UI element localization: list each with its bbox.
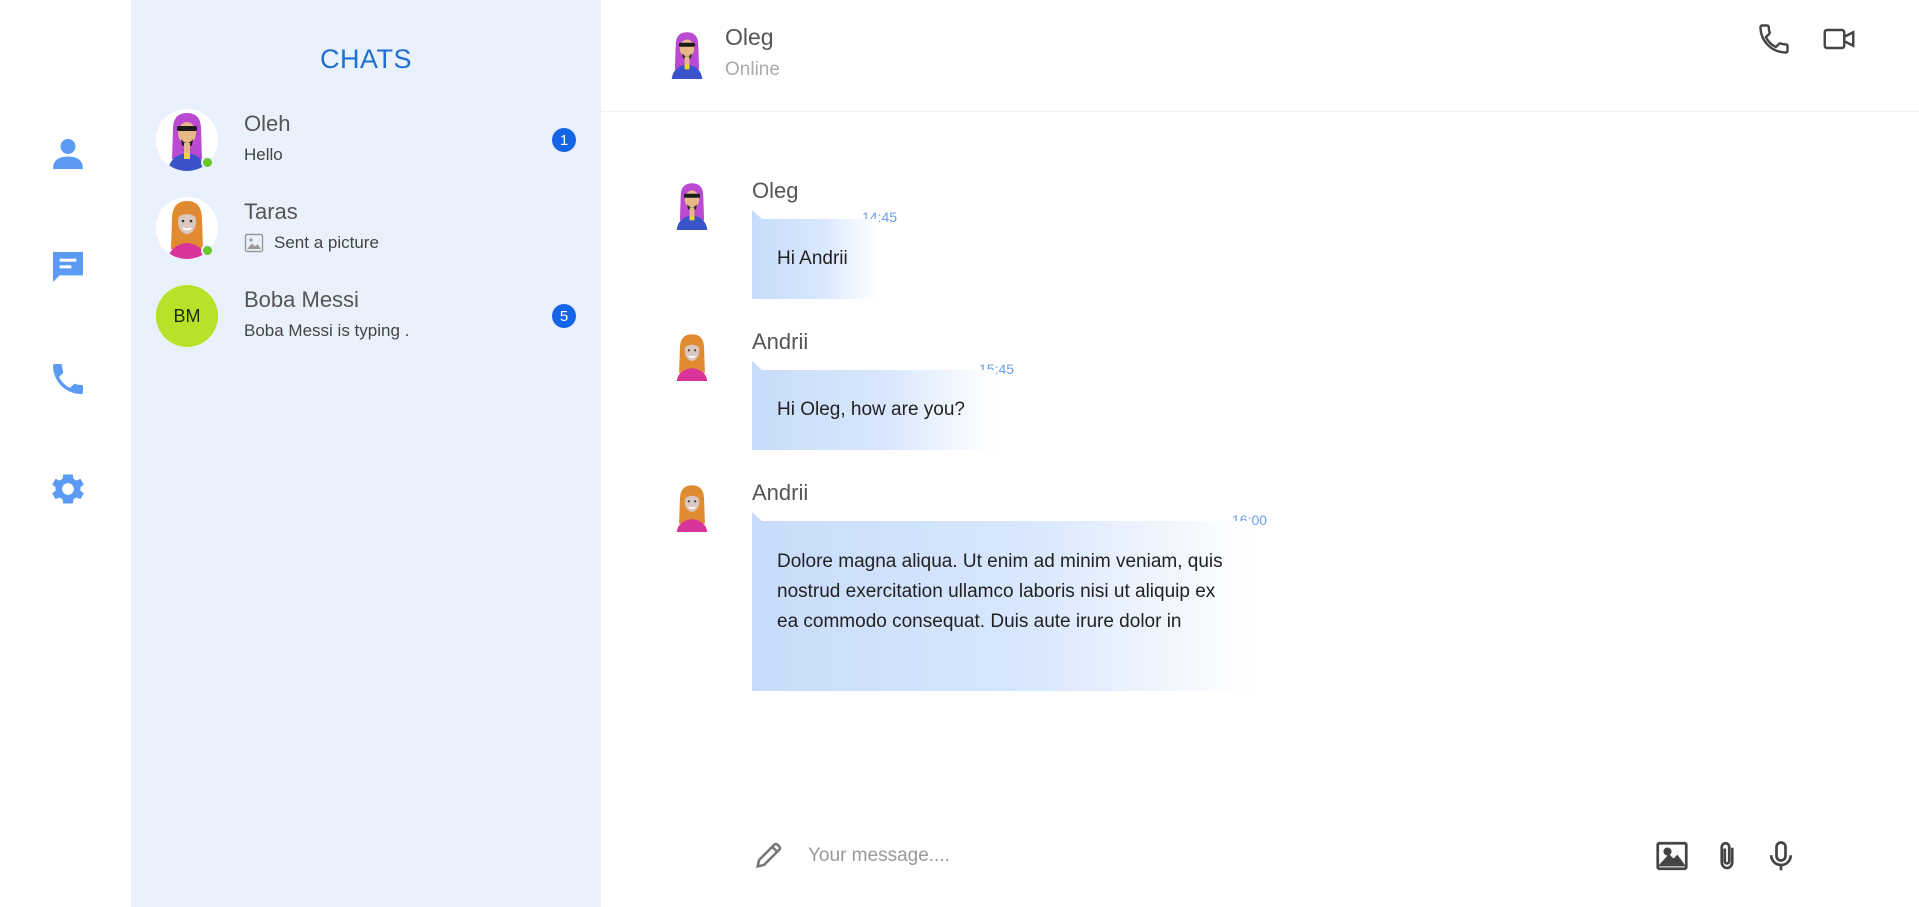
voice-call-button[interactable] [1754, 19, 1794, 59]
online-indicator [201, 244, 214, 257]
attach-file-button[interactable] [1707, 836, 1747, 876]
message-sender: Oleg [752, 178, 799, 203]
avatar-initials: BM [156, 285, 218, 347]
unread-badge: 1 [552, 128, 576, 152]
rail-contacts-button[interactable] [45, 131, 90, 176]
chat-list-panel: CHATS Oleh Hello 1 Taras Sent a picture … [131, 0, 601, 907]
chat-preview: Boba Messi is typing . [244, 321, 409, 341]
online-indicator [201, 156, 214, 169]
paperclip-icon [1720, 841, 1734, 870]
rail-settings-button[interactable] [45, 466, 90, 511]
image-icon [244, 233, 264, 253]
chat-preview-text: Sent a picture [274, 233, 379, 252]
phone-icon [52, 363, 83, 394]
contact-name: Oleg [725, 24, 774, 50]
nav-rail [0, 0, 131, 907]
video-call-button[interactable] [1819, 19, 1859, 59]
pencil-icon [752, 838, 786, 872]
avatar [667, 175, 717, 235]
rail-chats-button[interactable] [45, 244, 90, 289]
message-sender: Andrii [752, 480, 809, 505]
chat-item-taras[interactable]: Taras Sent a picture [131, 189, 601, 269]
message-bubble: Hi Oleg, how are you? [752, 361, 995, 450]
chat-preview: Hello [244, 145, 283, 165]
message-bubble: Dolore magna aliqua. Ut enim ad minim ve… [752, 512, 1252, 691]
send-image-button[interactable] [1652, 836, 1692, 876]
image-icon [1656, 841, 1688, 871]
chat-preview-text: Hello [244, 145, 283, 164]
avatar [667, 477, 717, 537]
gear-icon [51, 474, 84, 503]
avatar [667, 326, 717, 386]
chat-item-boba-messi[interactable]: BM Boba Messi Boba Messi is typing . 5 [131, 277, 601, 357]
video-camera-icon [1823, 28, 1855, 50]
message-input[interactable] [808, 840, 1628, 872]
contact-status: Online [725, 59, 780, 80]
user-icon [52, 138, 83, 169]
voice-message-button[interactable] [1761, 836, 1801, 876]
avatar [662, 22, 712, 86]
chat-preview-text: Boba Messi is typing . [244, 321, 410, 340]
phone-icon [1759, 24, 1789, 54]
chat-name: Boba Messi [244, 287, 359, 312]
chat-bubble-icon [52, 251, 83, 282]
chat-name: Oleh [244, 111, 291, 136]
chat-name: Taras [244, 199, 298, 224]
chat-item-oleh[interactable]: Oleh Hello 1 [131, 101, 601, 181]
chat-preview: Sent a picture [244, 233, 379, 253]
conversation-header: Oleg Online [601, 0, 1919, 112]
unread-badge: 5 [552, 304, 576, 328]
chat-list-title: CHATS [319, 44, 412, 74]
message-bubble: Hi Andrii [752, 210, 878, 299]
message-sender: Andrii [752, 329, 809, 354]
microphone-icon [1769, 841, 1793, 871]
rail-calls-button[interactable] [45, 356, 90, 401]
